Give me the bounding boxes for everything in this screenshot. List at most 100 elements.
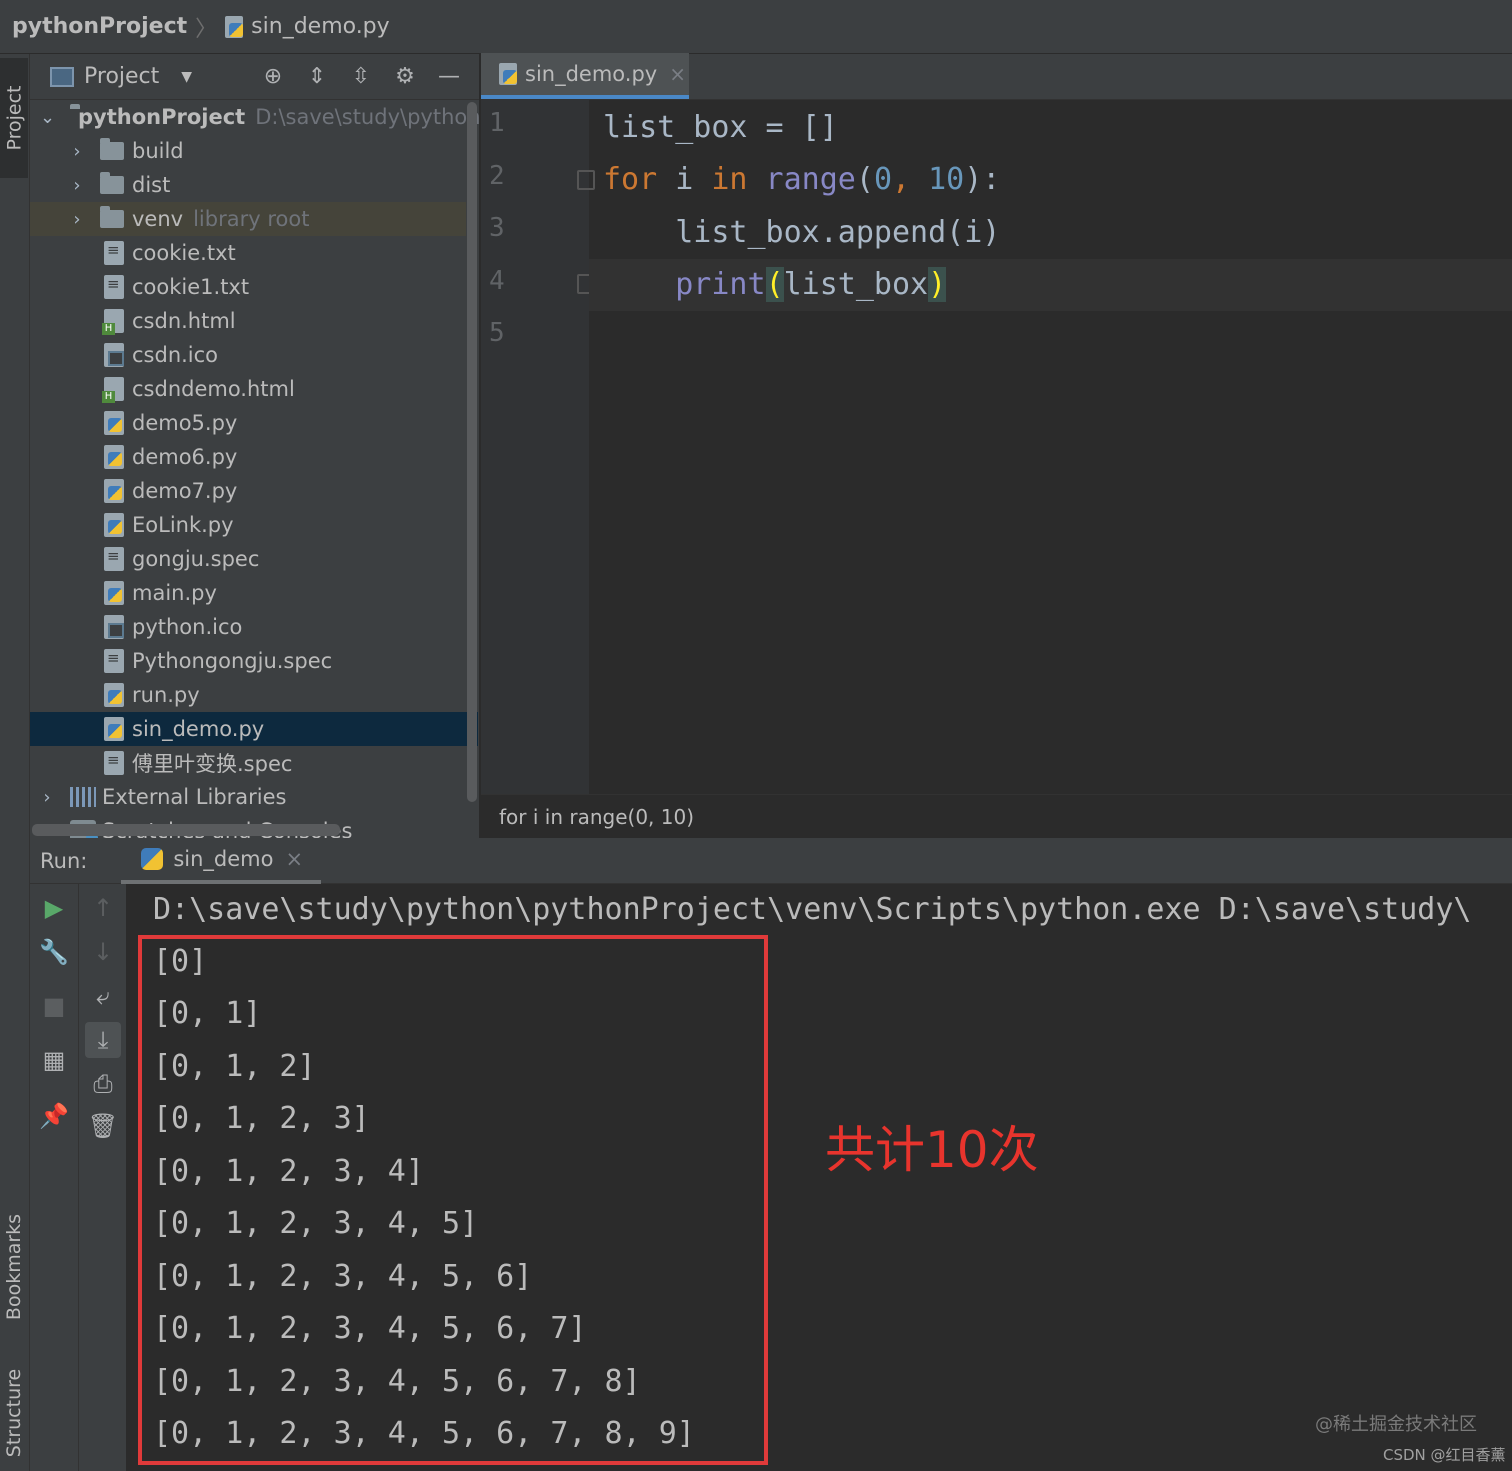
tree-item-eolink-py[interactable]: EoLink.py (30, 508, 479, 542)
python-file-icon (104, 411, 124, 435)
python-file-icon (499, 63, 517, 85)
print-argument: list_box (783, 267, 929, 302)
project-tool-tab[interactable]: Project (0, 58, 28, 178)
code-line-3: list_box.append(i) (603, 215, 1001, 250)
chevron-right-icon[interactable]: › (70, 141, 84, 162)
tree-item-gongju-spec[interactable]: gongju.spec (30, 542, 479, 576)
tree-item-demo6-py[interactable]: demo6.py (30, 440, 479, 474)
output-line: [0, 1] (153, 996, 262, 1031)
tree-item-pythongongju-spec[interactable]: Pythongongju.spec (30, 644, 479, 678)
editor-tab-bar: sin_demo.py × (481, 53, 1512, 100)
close-icon[interactable]: × (285, 847, 303, 871)
folder-icon (100, 138, 124, 160)
tree-item-label: sin_demo.py (132, 717, 265, 741)
folder-icon (100, 206, 124, 228)
paren-close: ): (964, 162, 1001, 197)
output-line: [0, 1, 2, 3, 4, 5, 6, 7] (153, 1311, 587, 1346)
output-line: [0, 1, 2, 3, 4, 5, 6] (153, 1259, 533, 1294)
chevron-right-icon[interactable]: › (40, 787, 54, 808)
library-icon (70, 787, 96, 807)
tree-item-label: EoLink.py (132, 513, 234, 537)
chevron-down-icon[interactable]: ▼ (181, 69, 192, 85)
pin-icon[interactable]: 📌 (30, 1102, 78, 1130)
project-panel-header: Project ▼ ⊕ ⇕ ⇳ ⚙ — (30, 54, 479, 100)
csdn-watermark: CSDN @红目香薰 (1383, 1446, 1506, 1464)
tree-item-label: demo7.py (132, 479, 238, 503)
html-file-icon (102, 309, 124, 335)
editor-tab-label: sin_demo.py (525, 62, 658, 86)
python-file-icon (225, 15, 244, 38)
code-editor: sin_demo.py × 1 2 3 4 5 list_box = [] fo… (481, 53, 1512, 838)
console-output[interactable]: D:\save\study\python\pythonProject\venv\… (127, 884, 1512, 1471)
wrench-icon[interactable]: 🔧 (30, 938, 78, 966)
tree-item-build[interactable]: › build (30, 134, 479, 168)
scroll-to-end-icon[interactable]: ⤓ (85, 1022, 121, 1058)
project-view-selector[interactable]: Project (84, 64, 159, 89)
layout-icon[interactable]: ▦ (30, 1046, 78, 1074)
tree-item-venv[interactable]: › venv library root (30, 202, 466, 236)
tree-item-run-py[interactable]: run.py (30, 678, 479, 712)
tree-item-dist[interactable]: › dist (30, 168, 479, 202)
breadcrumb-project[interactable]: pythonProject (12, 14, 187, 39)
tree-item-external-libraries[interactable]: › External Libraries (30, 780, 479, 814)
gear-icon[interactable]: ⚙ (383, 64, 427, 89)
chevron-right-icon[interactable]: › (70, 209, 84, 230)
chevron-down-icon[interactable]: ⌄ (40, 107, 55, 128)
number-literal: 0 (873, 162, 892, 197)
run-toolbar-secondary: ↑ ↓ ⤶ ⤓ ⎙ 🗑 (78, 884, 126, 1471)
tree-item-csdn-html[interactable]: csdn.html (30, 304, 479, 338)
output-line: [0] (153, 944, 208, 979)
tree-item-hint: library root (193, 207, 310, 231)
tree-item-cookie-txt[interactable]: cookie.txt (30, 236, 479, 270)
soft-wrap-icon[interactable]: ⤶ (79, 982, 127, 1010)
tree-item-pythonproject[interactable]: ⌄ pythonProject D:\save\study\python\ (30, 100, 480, 134)
folder-icon (100, 172, 124, 194)
run-tab-label: sin_demo (173, 846, 274, 871)
tree-item-sin-demo-py[interactable]: sin_demo.py (30, 712, 478, 746)
arrow-down-icon[interactable]: ↓ (79, 938, 127, 966)
code-area[interactable]: list_box = [] for i in range(0, 10): lis… (589, 100, 1512, 794)
paren-open-highlight: ( (765, 267, 784, 302)
keyword-for: for (603, 162, 658, 197)
line-number: 4 (489, 266, 505, 296)
tree-item-cookie1-txt[interactable]: cookie1.txt (30, 270, 479, 304)
tree-item-fourier-spec[interactable]: 傅里叶变换.spec (30, 746, 479, 780)
close-icon[interactable]: × (669, 62, 686, 86)
paren-close-highlight: ) (928, 267, 947, 302)
tree-item-label: demo5.py (132, 411, 238, 435)
tree-item-demo7-py[interactable]: demo7.py (30, 474, 479, 508)
tree-item-csdndemo-html[interactable]: csdndemo.html (30, 372, 479, 406)
bookmarks-tool-tab[interactable]: Bookmarks (0, 1192, 28, 1342)
tree-item-label: csdn.ico (132, 343, 219, 367)
tree-item-label: External Libraries (102, 785, 287, 809)
tree-item-csdn-ico[interactable]: csdn.ico (30, 338, 479, 372)
structure-tool-tab[interactable]: Structure (0, 1354, 28, 1471)
editor-scope-breadcrumb[interactable]: for i in range(0, 10) (481, 794, 1512, 838)
console-command: D:\save\study\python\pythonProject\venv\… (153, 892, 1472, 927)
output-line: [0, 1, 2, 3, 4, 5, 6, 7, 8, 9] (153, 1416, 695, 1451)
tree-item-python-ico[interactable]: python.ico (30, 610, 479, 644)
tree-item-main-py[interactable]: main.py (30, 576, 479, 610)
stop-icon[interactable]: ■ (30, 992, 78, 1020)
chevron-right-icon[interactable]: › (70, 175, 84, 196)
run-tab-sin-demo[interactable]: sin_demo × (121, 838, 322, 884)
loop-variable: i (657, 162, 712, 197)
tree-item-demo5-py[interactable]: demo5.py (30, 406, 479, 440)
arrow-up-icon[interactable]: ↑ (79, 894, 127, 922)
breadcrumb-file[interactable]: sin_demo.py (251, 14, 390, 39)
hide-panel-icon[interactable]: — (427, 64, 471, 89)
locate-icon[interactable]: ⊕ (251, 64, 295, 89)
text-file-icon (104, 751, 124, 775)
collapse-all-icon[interactable]: ⇳ (339, 64, 383, 89)
project-horizontal-scrollbar[interactable] (32, 824, 340, 836)
print-icon[interactable]: ⎙ (79, 1070, 127, 1098)
tree-item-path: D:\save\study\python\ (255, 105, 480, 129)
trash-icon[interactable]: 🗑 (79, 1112, 127, 1140)
comma: , (892, 162, 929, 197)
project-panel-tools: ⊕ ⇕ ⇳ ⚙ — (251, 64, 471, 89)
expand-all-icon[interactable]: ⇕ (295, 64, 339, 89)
tree-item-label: csdndemo.html (132, 377, 295, 401)
editor-tab-sin-demo[interactable]: sin_demo.py × (481, 53, 689, 99)
rerun-icon[interactable]: ▶ (30, 894, 78, 922)
project-vertical-scrollbar[interactable] (467, 102, 477, 802)
